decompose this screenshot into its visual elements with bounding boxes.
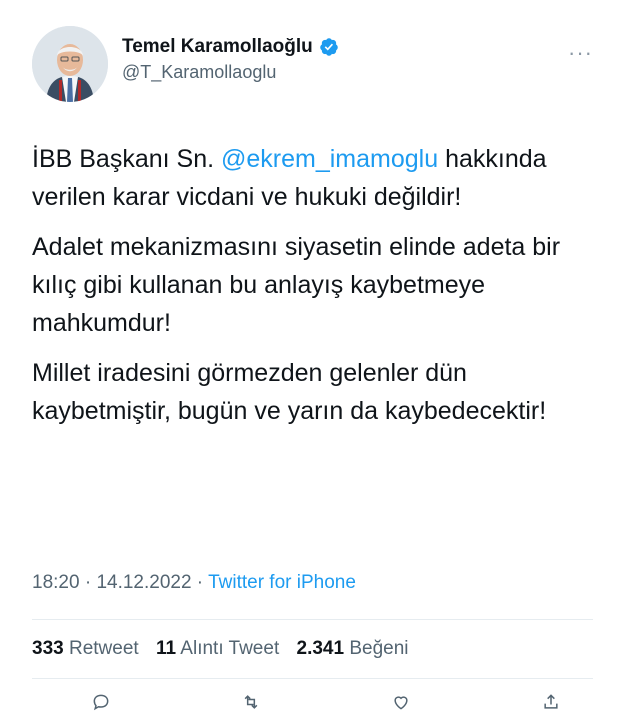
tweet-header: Temel Karamollaoğlu @T_Karamollaoglu ···	[32, 26, 593, 106]
likes-count: 2.341	[296, 638, 345, 659]
tweet-source-link[interactable]: Twitter for iPhone	[208, 572, 356, 593]
avatar-portrait-icon	[32, 26, 108, 102]
tweet-date[interactable]: 14.12.2022	[96, 572, 191, 593]
display-name[interactable]: Temel Karamollaoğlu	[122, 36, 313, 58]
tweet-paragraph-3: Millet iradesini görmezden gelenler dün …	[32, 359, 547, 425]
divider	[32, 678, 593, 679]
quotes-count: 11	[155, 638, 177, 659]
retweets-count: 333	[32, 638, 64, 659]
meta-separator: ·	[191, 572, 209, 593]
tweet-stats: 333 Retweet 11 Alıntı Tweet 2.341 Beğeni	[32, 638, 421, 660]
reply-icon[interactable]	[90, 692, 112, 712]
retweets-stat[interactable]: 333 Retweet	[32, 638, 139, 659]
tweet-paragraph-1: İBB Başkanı Sn. @ekrem_imamoglu hakkında…	[32, 140, 602, 216]
tweet-paragraph-2: Adalet mekanizmasını siyasetin elinde ad…	[32, 233, 561, 337]
likes-stat[interactable]: 2.341 Beğeni	[297, 638, 409, 659]
share-icon[interactable]	[540, 692, 562, 712]
quotes-stat[interactable]: 11 Alıntı Tweet	[156, 638, 279, 659]
tweet-text: İBB Başkanı Sn. @ekrem_imamoglu hakkında…	[32, 140, 602, 442]
tweet-time[interactable]: 18:20	[32, 572, 80, 593]
retweets-label: Retweet	[68, 638, 139, 659]
more-options-icon[interactable]: ···	[568, 40, 593, 66]
verified-badge-icon	[320, 38, 338, 56]
retweet-icon[interactable]	[240, 692, 262, 712]
tweet-meta: 18:20 · 14.12.2022 · Twitter for iPhone	[32, 572, 356, 594]
likes-label: Beğeni	[349, 638, 409, 659]
display-name-row[interactable]: Temel Karamollaoğlu	[122, 36, 339, 58]
user-names: Temel Karamollaoğlu @T_Karamollaoglu	[122, 36, 339, 83]
tweet-p1-pre: İBB Başkanı Sn.	[32, 145, 221, 173]
divider	[32, 619, 593, 620]
meta-separator: ·	[79, 572, 97, 593]
mention-link[interactable]: @ekrem_imamoglu	[221, 145, 438, 173]
quotes-label: Alıntı Tweet	[180, 638, 280, 659]
like-icon[interactable]	[390, 692, 412, 712]
user-handle[interactable]: @T_Karamollaoglu	[122, 62, 339, 83]
avatar[interactable]	[32, 26, 108, 102]
tweet-actions	[32, 692, 593, 712]
